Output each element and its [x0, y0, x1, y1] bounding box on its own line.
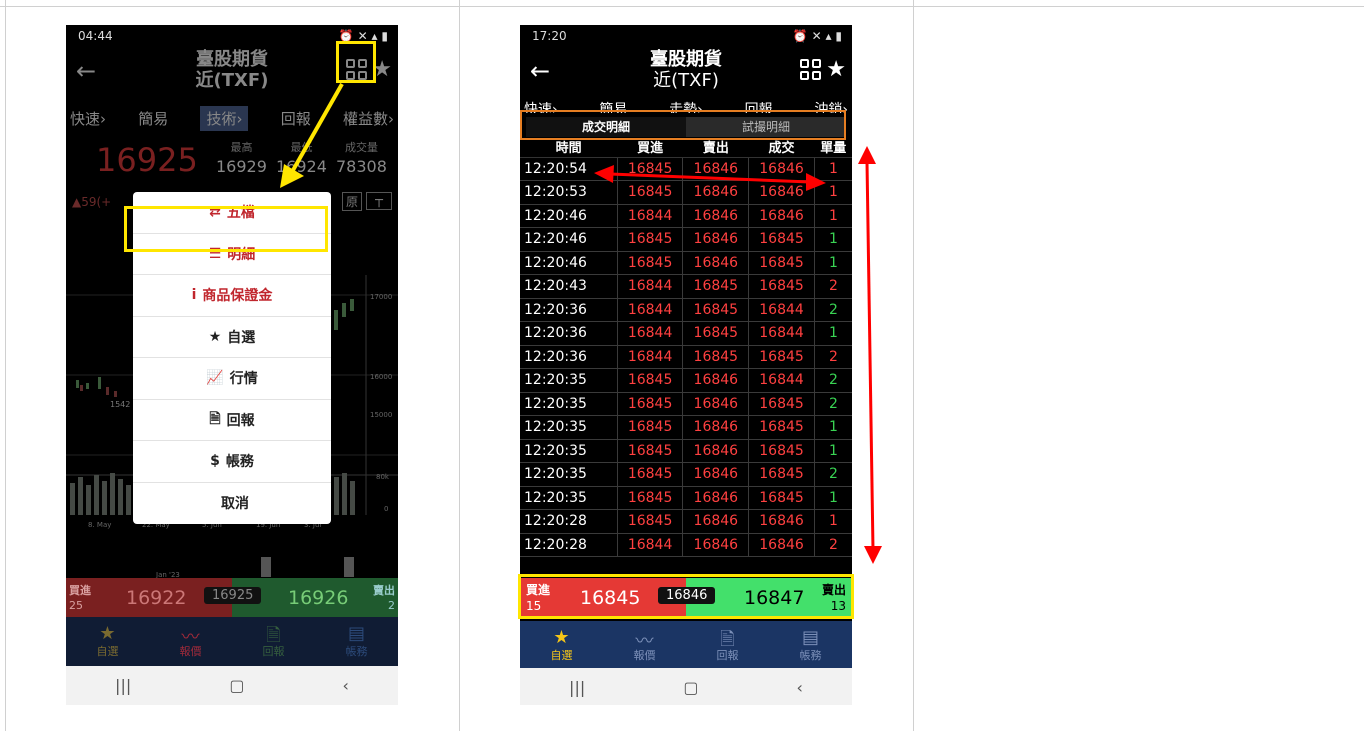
- nav-report[interactable]: 🗎 回報: [686, 621, 769, 671]
- stat-high-label: 最高: [230, 141, 253, 154]
- trend-icon: 〰: [635, 631, 654, 652]
- sell-price: 16926: [288, 587, 349, 609]
- menu-item-2[interactable]: i 商品保證金: [133, 275, 331, 317]
- grid-cell-divider: [913, 0, 914, 731]
- menu-item-label: 行情: [229, 371, 258, 388]
- system-nav-bar: ||| ▢ ‹: [520, 668, 852, 705]
- star-icon: ★: [99, 623, 116, 644]
- buy-label: 買進: [69, 584, 91, 597]
- recent-apps-icon[interactable]: |||: [569, 678, 585, 697]
- menu-item-5[interactable]: 🗎 回報: [133, 400, 331, 441]
- last-price: 16925: [96, 141, 198, 179]
- menu-item-icon: 📈: [206, 370, 224, 387]
- status-bar: 17:20 ⏰ ✕ ▴ ▮: [520, 25, 852, 47]
- nav-favorites-label: 自選: [96, 645, 119, 658]
- tab-equity[interactable]: 權益數›: [343, 108, 394, 129]
- restore-button[interactable]: 原: [341, 192, 362, 211]
- nav-favorites[interactable]: ★ 自選: [66, 617, 149, 667]
- grid-menu-icon[interactable]: [800, 59, 822, 81]
- menu-item-icon: i: [191, 287, 197, 304]
- navigator-handle-left[interactable]: [261, 557, 271, 577]
- highlight-subtabs: [520, 110, 846, 140]
- stat-high-value: 16929: [216, 157, 267, 176]
- nav-account-label: 帳務: [799, 649, 822, 662]
- recent-apps-icon[interactable]: |||: [115, 676, 131, 695]
- axis-label-80k: 80k: [376, 473, 390, 481]
- menu-item-6[interactable]: $ 帳務: [133, 441, 331, 483]
- tab-simple[interactable]: 簡易: [138, 108, 168, 129]
- trend-icon: 〰: [181, 627, 200, 648]
- nav-report-label: 回報: [262, 645, 285, 658]
- status-time: 17:20: [532, 29, 567, 43]
- menu-item-icon: ★: [208, 328, 222, 345]
- nav-favorites[interactable]: ★ 自選: [520, 621, 603, 671]
- highlight-grid-icon: [336, 41, 376, 83]
- bottom-nav: ★ 自選 〰報價 🗎 回報 ▤ 帳務: [520, 621, 852, 671]
- menu-item-label: 取消: [221, 496, 249, 513]
- menu-item-label: 商品保證金: [202, 288, 273, 305]
- menu-item-7[interactable]: 取消: [133, 483, 331, 525]
- crosshair-icon[interactable]: ┬: [366, 192, 392, 210]
- document-icon: 🗎: [720, 629, 735, 650]
- bottom-nav: ★ 自選 〰報價 🗎 回報 ▤ 帳務: [66, 617, 398, 667]
- favorite-star-icon[interactable]: ★: [826, 57, 846, 82]
- status-time: 04:44: [78, 29, 113, 43]
- tab-technical[interactable]: 技術›: [200, 105, 249, 131]
- date-label-0: 8. May: [88, 521, 111, 529]
- low-price-label: 1542: [110, 400, 130, 409]
- nav-quotes[interactable]: 〰報價: [149, 617, 232, 667]
- app-header: ← 臺股期貨 近(TXF) ★: [520, 47, 852, 99]
- system-nav-bar: ||| ▢ ‹: [66, 666, 398, 705]
- axis-label-15000: 15000: [370, 411, 392, 419]
- nav-quotes-label: 報價: [633, 649, 656, 662]
- nav-favorites-label: 自選: [550, 649, 573, 662]
- home-icon[interactable]: ▢: [229, 676, 244, 695]
- mid-price: 16925: [204, 587, 262, 604]
- buy-price: 16922: [126, 587, 187, 609]
- nav-account[interactable]: ▤ 帳務: [769, 621, 852, 671]
- sell-qty: 2: [388, 599, 395, 612]
- axis-label-16000: 16000: [370, 373, 392, 381]
- wallet-icon: ▤: [801, 627, 819, 648]
- buy-qty: 25: [69, 599, 83, 612]
- tab-quick[interactable]: 快速›: [70, 108, 106, 129]
- price-change: ▲59(+: [72, 195, 112, 209]
- highlight-trade-bar: [518, 574, 854, 619]
- nav-report[interactable]: 🗎 回報: [232, 617, 315, 667]
- nav-account-label: 帳務: [345, 645, 368, 658]
- nav-quotes-label: 報價: [179, 645, 202, 658]
- system-back-icon[interactable]: ‹: [343, 676, 349, 695]
- home-icon[interactable]: ▢: [683, 678, 698, 697]
- axis-label-zero: 0: [384, 505, 388, 513]
- axis-label-17000: 17000: [370, 293, 392, 301]
- menu-item-icon: 🗎: [209, 410, 221, 427]
- document-icon: 🗎: [266, 625, 281, 646]
- nav-account[interactable]: ▤ 帳務: [315, 617, 398, 667]
- navigator-handle-right[interactable]: [344, 557, 354, 577]
- menu-item-label: 帳務: [225, 454, 254, 471]
- wallet-icon: ▤: [347, 623, 365, 644]
- yellow-arrow-icon: [280, 83, 344, 188]
- stat-high: 最高 16929: [216, 139, 267, 176]
- star-icon: ★: [553, 627, 570, 648]
- status-icons: ⏰ ✕ ▴ ▮: [792, 29, 842, 43]
- menu-item-label: 回報: [226, 412, 255, 429]
- red-arrows-icon: [594, 146, 882, 564]
- system-back-icon[interactable]: ‹: [797, 678, 803, 697]
- menu-item-3[interactable]: ★ 自選: [133, 317, 331, 358]
- nav-report-label: 回報: [716, 649, 739, 662]
- highlight-detail-item: [124, 206, 328, 252]
- menu-item-icon: $: [210, 453, 220, 470]
- menu-item-4[interactable]: 📈 行情: [133, 358, 331, 400]
- menu-item-label: 自選: [227, 329, 256, 346]
- sell-label: 賣出: [373, 584, 395, 597]
- trade-bar: 買進 25 16922 16926 賣出 2 16925: [66, 578, 398, 618]
- nav-quotes[interactable]: 〰報價: [603, 621, 686, 671]
